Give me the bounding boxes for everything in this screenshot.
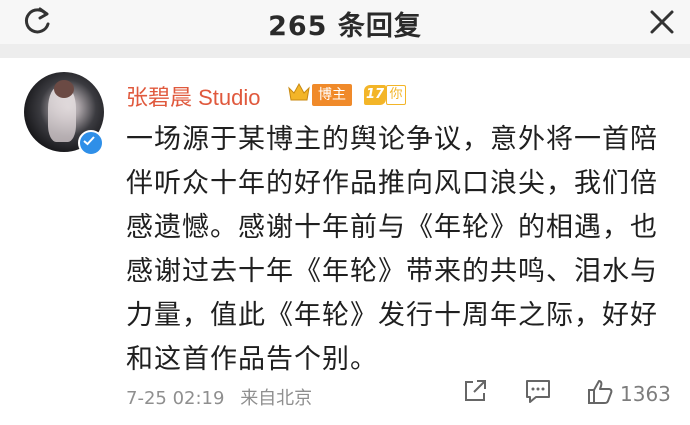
blogger-badge: 博主 [312, 84, 352, 106]
top-bar: 265 条回复 [0, 0, 690, 44]
post-source: 来自北京 [240, 388, 313, 409]
section-divider [0, 44, 690, 58]
post-text: 一场源于某博主的舆论争议，意外将一首陪伴听众十年的好作品推向风口浪尖，我们倍感遗… [126, 124, 658, 375]
like-count: 1363 [620, 382, 671, 406]
post-date: 7-25 02:19 [126, 388, 225, 409]
username[interactable]: 张碧晨 Studio [126, 80, 261, 112]
level-number: 17 [364, 85, 386, 105]
share-icon[interactable] [462, 378, 488, 404]
level-suffix: 你 [386, 85, 406, 105]
avatar-hair [54, 80, 74, 98]
page-title: 265 条回复 [268, 11, 422, 42]
post-meta: 7-25 02:19 来自北京 [126, 384, 322, 410]
verified-icon [78, 130, 104, 156]
level-badge: 17 你 [362, 84, 406, 106]
crown-icon [288, 82, 310, 101]
comment-icon[interactable] [524, 378, 552, 404]
close-icon[interactable] [646, 6, 678, 38]
like-icon[interactable] [586, 378, 614, 406]
